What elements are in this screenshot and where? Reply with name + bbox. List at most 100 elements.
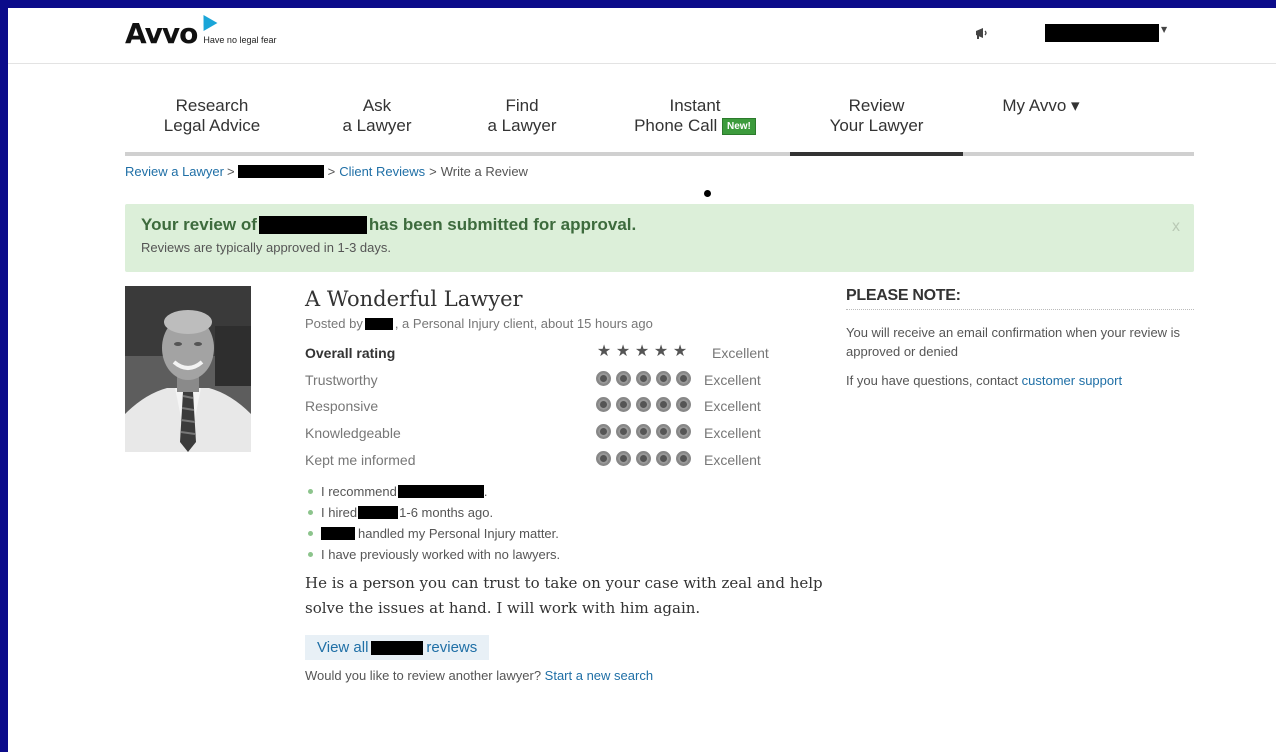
rating-label: Overall rating [305,345,396,361]
rating-row-responsive: Responsive Excellent [305,395,835,422]
page-frame: Avvo Have no legal fear ▼ Research Legal… [8,8,1276,752]
alert-title-prefix: Your review of [141,215,257,234]
breadcrumb-current: Write a Review [440,164,528,179]
nav-research-legal-advice[interactable]: Research Legal Advice [125,96,299,152]
rating-circle-icon [656,397,671,413]
rating-circle-icon [656,424,671,440]
rating-label: Trustworthy [305,371,378,388]
site-header: Avvo Have no legal fear ▼ [8,8,1276,64]
rating-circle-icon [676,370,691,386]
rating-circle-icon [636,397,651,413]
rating-label: Responsive [305,398,379,415]
alert-subtitle: Reviews are typically approved in 1-3 da… [141,240,392,255]
prompt-text: Would you like to review another lawyer? [305,668,542,684]
redacted-lawyer-name[interactable] [237,165,324,178]
nav-active-indicator [790,152,963,156]
rating-circle-icon [616,450,631,466]
nav-review-your-lawyer[interactable]: Review Your Lawyer [790,96,963,152]
nav-underline [125,152,1194,156]
nav-label-line2: a Lawyer [342,116,412,135]
byline-suffix: , a Personal Injury client, about 15 hou… [394,316,653,331]
breadcrumb-client-reviews[interactable]: Client Reviews [339,164,425,179]
breadcrumb-separator: > [227,164,235,179]
customer-support-link[interactable]: customer support [1022,373,1122,388]
rating-circle-icon [636,424,651,440]
rating-value: Excellent [704,425,761,442]
fact-text: I recommend [321,484,397,500]
rating-circle-icon [656,370,671,386]
rating-circle-icon [636,370,651,386]
rating-value: Excellent [712,345,769,361]
button-label: View all [317,639,369,657]
list-item: I recommend . [305,481,835,502]
review-another-prompt: Would you like to review another lawyer?… [305,668,835,683]
rating-circle-icon [676,397,691,413]
redacted-lawyer-name [321,527,355,541]
alert-title-suffix: has been submitted for approval. [368,215,637,234]
lawyer-photo [125,286,251,452]
rating-circle-icon [596,424,611,440]
rating-circle-icon [616,370,631,386]
chevron-down-icon[interactable]: ▼ [1161,25,1167,34]
fact-text: I hired [321,505,358,521]
close-icon[interactable]: x [1172,218,1180,236]
view-all-reviews-button[interactable]: View all reviews [305,635,490,661]
logo-tagline: Have no legal fear [203,35,277,45]
nav-label-line1: Ask [362,96,392,115]
start-new-search-link[interactable]: Start a new search [545,668,653,683]
megaphone-icon[interactable] [974,26,990,40]
list-item: handled my Personal Injury matter. [305,523,835,544]
review-section: A Wonderful Lawyer Posted by , a Persona… [305,286,835,683]
lawyer-portrait-image [125,286,251,452]
circle-rating [596,450,693,466]
nav-find-a-lawyer[interactable]: Find a Lawyer [455,96,589,152]
avvo-logo[interactable]: Avvo Have no legal fear [125,10,277,48]
rating-circle-icon [596,397,611,413]
rating-row-kept-informed: Kept me informed Excellent [305,449,835,476]
breadcrumb: Review a Lawyer > > Client Reviews > Wri… [125,164,528,179]
circle-rating [596,424,693,440]
star-rating: ★ ★ ★ ★ ★ [596,344,688,360]
redacted-lawyer-name [358,506,399,520]
nav-label-line1: Research [175,96,249,115]
success-alert: Your review of has been submitted for ap… [125,204,1194,272]
rating-label: Kept me informed [305,451,416,468]
note-confirmation-text: You will receive an email confirmation w… [846,325,1181,359]
redacted-lawyer-name [397,485,484,499]
review-title: A Wonderful Lawyer [305,287,523,311]
byline-prefix: Posted by [305,316,363,331]
star-icon: ★ [653,343,669,360]
breadcrumb-review-a-lawyer[interactable]: Review a Lawyer [125,164,224,179]
nav-my-avvo[interactable]: My Avvo ▾ [971,96,1111,152]
user-menu-redacted[interactable] [1045,24,1159,42]
rating-row-overall: Overall rating ★ ★ ★ ★ ★ Excellent [305,342,835,369]
rating-row-trustworthy: Trustworthy Excellent [305,369,835,396]
button-label: reviews [426,639,478,657]
note-title: PLEASE NOTE: [846,287,1194,310]
rating-row-knowledgeable: Knowledgeable Excellent [305,422,835,449]
rating-value: Excellent [704,451,761,468]
fact-text: . [483,484,488,500]
support-prefix: If you have questions, contact [846,373,1018,388]
star-icon: ★ [634,343,650,360]
rating-circle-icon [596,370,611,386]
review-facts-list: I recommend . I hired 1-6 months ago. ha… [305,481,835,565]
nav-ask-a-lawyer[interactable]: Ask a Lawyer [307,96,447,152]
nav-label-line2: Phone Call [634,116,718,135]
nav-label-line1: Review [848,96,905,115]
nav-instant-phone-call[interactable]: Instant Phone Call New! [605,96,785,152]
rating-value: Excellent [704,398,761,415]
ratings-table: Overall rating ★ ★ ★ ★ ★ Excellent Trustwort… [305,342,835,475]
breadcrumb-separator: > [327,164,336,179]
fact-text: 1-6 months ago. [399,505,494,521]
rating-circle-icon [636,450,651,466]
fact-text: handled my Personal Injury matter. [358,526,559,542]
alert-title: Your review of has been submitted for ap… [141,215,636,235]
nav-label-line1: Find [505,96,539,115]
list-item: I have previously worked with no lawyers… [305,544,835,565]
nav-label-line2: a Lawyer [487,116,557,135]
rating-circle-icon [616,397,631,413]
circle-rating [596,397,693,413]
stray-dot [704,190,711,197]
nav-label-line2: Your Lawyer [829,116,924,135]
